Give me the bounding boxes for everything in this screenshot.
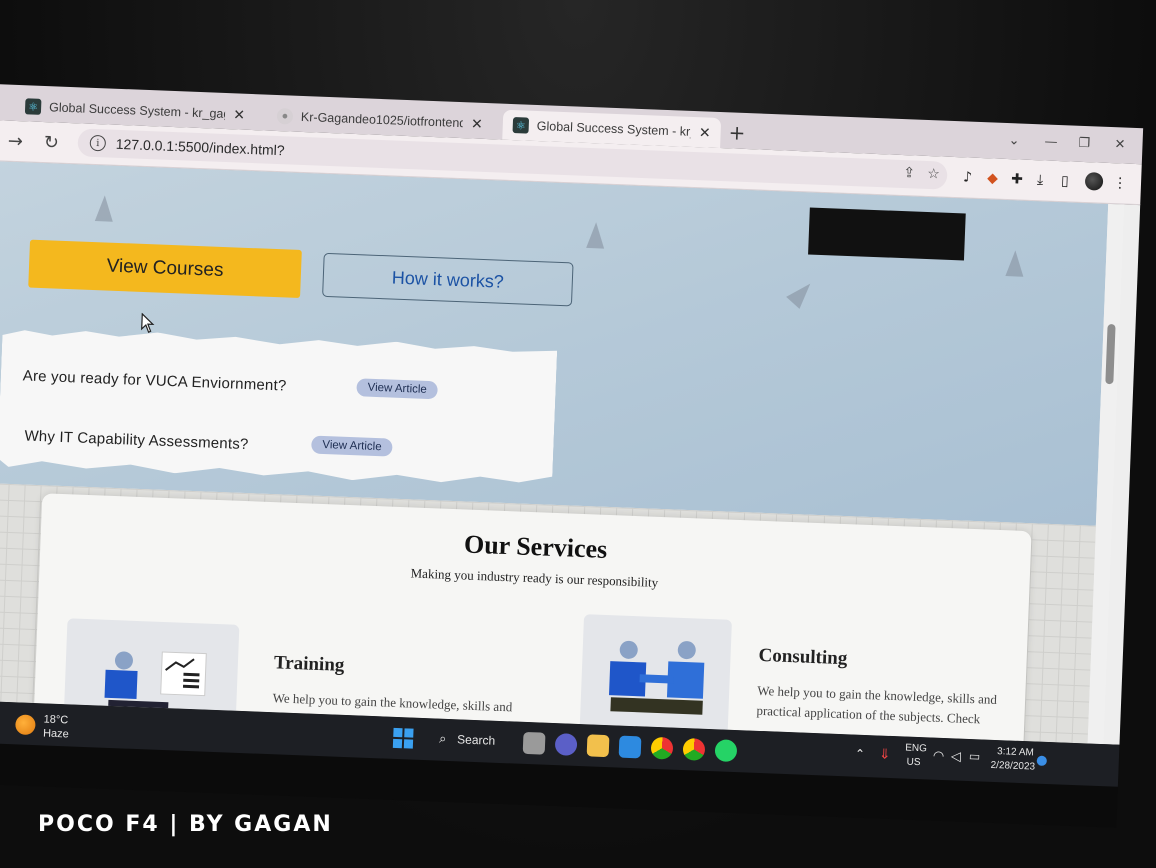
close-icon[interactable]: ✕ — [233, 106, 245, 123]
windows-start-icon[interactable] — [392, 727, 414, 749]
page-viewport: View Courses How it works? Are you ready… — [0, 160, 1141, 745]
new-tab-button[interactable]: + — [728, 120, 746, 145]
close-icon[interactable]: ✕ — [471, 115, 483, 132]
scrollbar-thumb[interactable] — [1105, 324, 1116, 385]
volume-icon[interactable]: ◁ — [951, 748, 962, 764]
taskbar-search-label[interactable]: Search — [457, 732, 496, 747]
github-favicon-icon: ● — [276, 107, 294, 125]
redacted-area — [808, 207, 966, 261]
side-panel-icon[interactable]: ▯ — [1061, 173, 1069, 189]
consulting-illustration — [579, 614, 732, 740]
weather-sun-icon[interactable] — [15, 714, 36, 736]
weather-description[interactable]: Haze — [43, 727, 69, 740]
tab-title: Global Success System - kr_gagan — [536, 118, 692, 139]
view-courses-button[interactable]: View Courses — [28, 239, 302, 298]
profile-avatar[interactable] — [1084, 172, 1104, 191]
chevron-down-icon[interactable]: ⌄ — [1008, 133, 1019, 148]
antivirus-tray-icon[interactable]: ⇓ — [879, 746, 891, 763]
how-it-works-button[interactable]: How it works? — [322, 252, 574, 307]
reload-icon[interactable]: ↻ — [43, 132, 59, 154]
react-favicon-icon: ⚛ — [24, 98, 42, 115]
close-icon[interactable]: ✕ — [699, 124, 711, 141]
notification-icon[interactable] — [1036, 755, 1047, 766]
chrome-icon[interactable] — [650, 736, 674, 760]
forward-arrow-icon[interactable]: → — [7, 131, 23, 153]
region-indicator[interactable]: US — [906, 757, 920, 769]
language-indicator[interactable]: ENG — [905, 743, 927, 755]
share-icon[interactable]: ⇪ — [903, 165, 915, 181]
menu-kebab-icon[interactable]: ⋮ — [1113, 175, 1128, 192]
tab-title: Global Success System - kr_gagan — [48, 100, 226, 121]
extensions-puzzle-icon[interactable]: ✚ — [1011, 171, 1023, 187]
mouse-cursor-icon — [141, 312, 155, 334]
decorative-triangle — [786, 277, 817, 309]
react-favicon-icon: ⚛ — [512, 117, 530, 134]
info-icon[interactable]: i — [89, 134, 107, 152]
folder-icon[interactable] — [586, 734, 610, 758]
close-window-icon[interactable]: ✕ — [1114, 137, 1125, 152]
download-icon[interactable]: ⤓ — [1037, 172, 1044, 188]
clock-date[interactable]: 2/28/2023 — [990, 760, 1035, 773]
file-explorer-dark-icon[interactable] — [522, 731, 546, 755]
wifi-icon[interactable]: ◠ — [933, 748, 945, 764]
handshake-icon — [608, 640, 705, 715]
decorative-triangle — [94, 195, 114, 222]
whatsapp-icon[interactable] — [714, 739, 738, 763]
article-question-2: Why IT Capability Assessments? — [24, 427, 249, 454]
search-icon[interactable]: ⌕ — [439, 731, 447, 747]
decorative-triangle — [586, 221, 606, 249]
vscode-icon[interactable] — [618, 735, 642, 759]
hero-section: View Courses How it works? Are you ready… — [0, 160, 1109, 526]
tab-title: Kr-Gagandeo1025/iotfrontend: th — [300, 109, 464, 131]
chrome-profile-icon[interactable] — [682, 738, 706, 761]
view-article-button-1[interactable]: View Article — [356, 378, 438, 399]
article-question-1: Are you ready for VUCA Enviornment? — [22, 367, 287, 395]
star-icon[interactable]: ☆ — [927, 166, 940, 182]
weather-temperature[interactable]: 18°C — [43, 713, 68, 726]
battery-icon[interactable]: ▭ — [969, 749, 981, 763]
monitor-screen: ⚛ Global Success System - kr_gagan ✕ ● K… — [0, 84, 1144, 828]
consulting-text: We help you to gain the knowledge, skill… — [756, 682, 998, 727]
decorative-triangle — [1005, 250, 1025, 277]
view-article-button-2[interactable]: View Article — [311, 436, 393, 457]
url-text: 127.0.0.1:5500/index.html? — [115, 135, 285, 159]
music-extension-icon[interactable]: ♪ — [963, 169, 973, 185]
teams-icon[interactable] — [554, 733, 578, 756]
camera-watermark: POCO F4 | BY GAGAN — [38, 812, 333, 837]
services-section: Our Services Making you industry ready i… — [33, 493, 1032, 745]
minimize-icon[interactable]: — — [1044, 134, 1058, 149]
clock-time[interactable]: 3:12 AM — [997, 746, 1034, 758]
restore-icon[interactable]: ❐ — [1078, 136, 1090, 151]
consulting-heading: Consulting — [758, 644, 848, 670]
chevron-up-icon[interactable]: ⌃ — [855, 747, 866, 761]
articles-card: Are you ready for VUCA Enviornment? View… — [0, 327, 557, 488]
training-heading: Training — [273, 652, 345, 676]
metamask-extension-icon[interactable]: ◆ — [987, 170, 998, 186]
photo-frame: ⚛ Global Success System - kr_gagan ✕ ● K… — [0, 0, 1156, 868]
